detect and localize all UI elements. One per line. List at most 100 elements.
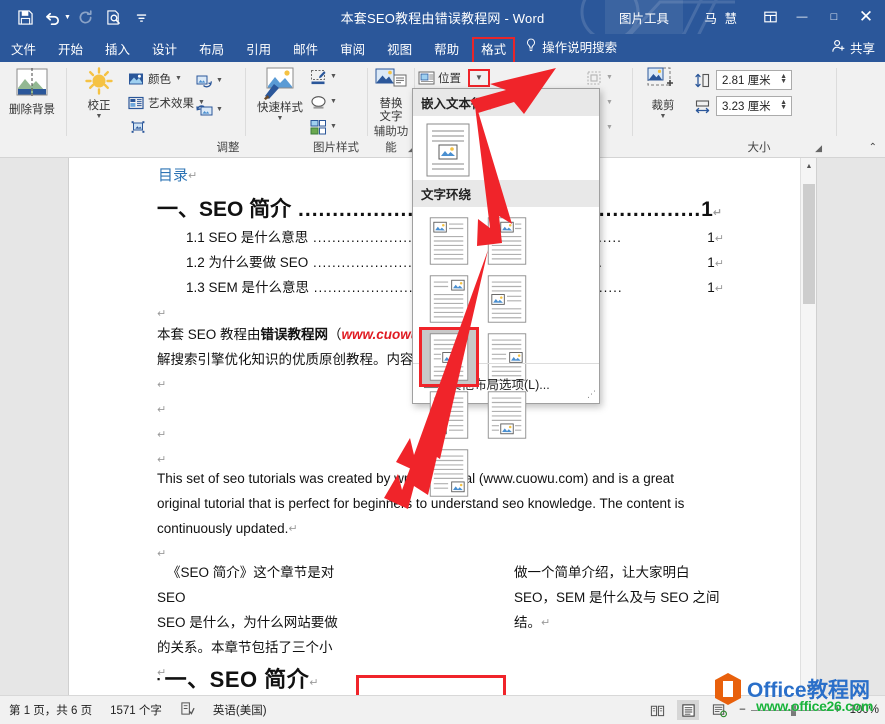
collapse-ribbon-button[interactable]: ⌃ [869,142,877,153]
shape-width-spinner[interactable]: ▲ ▼ [780,99,789,111]
align-objects-caret-icon[interactable]: ▼ [606,99,613,106]
scrollbar-thumb[interactable] [803,184,815,304]
resize-grip-icon[interactable]: ⋰ [587,389,596,400]
word-count[interactable]: 1571 个字 [101,702,171,718]
scroll-up-arrow-icon[interactable]: ▲ [801,158,817,174]
tab-layout[interactable]: 布局 [188,40,235,63]
tab-references[interactable]: 引用 [235,40,282,63]
customize-qat-icon[interactable] [129,4,155,30]
quick-styles-button[interactable]: 快速样式 ▼ [249,62,311,122]
account-user-name[interactable]: 马 慧 [705,8,739,27]
tab-format[interactable]: 格式 [470,36,518,64]
vertical-scrollbar[interactable]: ▲ ▼ [800,158,816,695]
wrap-preview-top-center-icon [487,217,527,265]
dropdown-section-inline: 嵌入文本行中 [413,89,599,116]
remove-background-icon [16,68,48,96]
ribbon-display-options-icon[interactable] [755,2,785,32]
lightbulb-icon [525,38,537,55]
toc-entry-1-page: 1 [707,230,715,245]
tell-me-search[interactable]: 操作说明搜索 [517,33,627,62]
close-button[interactable]: ✕ [851,2,881,32]
picture-border-button[interactable]: ▼ [310,66,362,87]
rotate-objects-caret-icon[interactable]: ▼ [606,124,613,131]
change-picture-button[interactable]: ▼ [196,70,244,91]
ribbon-crop: 裁剪 ▼ [636,62,690,158]
ribbon-tab-bar: 文件 开始 插入 设计 布局 引用 邮件 审阅 视图 帮助 格式 操作说明搜索 … [0,33,885,64]
undo-dropdown-caret[interactable]: ▼ [64,14,71,21]
group-label-size: 大小 [747,142,771,154]
undo-icon[interactable] [40,4,66,30]
heading1-body[interactable]: ▪ 一、SEO 简介↵ [157,662,318,694]
quick-access-toolbar: ▼ [0,4,155,30]
change-picture-caret-icon[interactable]: ▼ [216,77,223,84]
crop-button[interactable]: 裁剪 ▼ [636,62,690,120]
color-caret-icon[interactable]: ▼ [175,75,182,82]
p1-part-a: 本套 SEO 教程由 [157,327,261,342]
toc-entry-2-page: 1 [707,255,715,270]
alt-text-button[interactable]: 替换 文字 [370,62,412,124]
color-label: 颜色 [148,73,171,86]
tab-mailings[interactable]: 邮件 [282,40,329,63]
shape-width-input[interactable]: 3.23 厘米 ▲ ▼ [716,96,792,116]
corrections-button[interactable]: 校正 ▼ [70,62,128,120]
ribbon-change-reset: ▼ ▼ 调整 [196,62,244,158]
ribbon-divider-6 [836,68,837,136]
redo-icon[interactable] [73,4,99,30]
tab-home[interactable]: 开始 [47,40,94,63]
tab-help[interactable]: 帮助 [423,40,470,63]
read-mode-view-button[interactable] [646,700,668,720]
reset-picture-icon [196,102,213,118]
print-layout-view-button[interactable] [677,700,700,720]
selection-pane-button[interactable]: ▼ [586,67,613,88]
ribbon-divider-1 [66,68,67,136]
p-wrap-right-line2: SEO，SEM 是什么及与 SEO 之间 [514,590,720,605]
wrap-preview-inline-icon [426,123,470,177]
page-indicator[interactable]: 第 1 页，共 6 页 [0,702,101,718]
minimize-button[interactable]: — [787,2,817,32]
wrap-option-9[interactable] [421,445,477,501]
save-icon[interactable] [12,4,38,30]
selected-picture[interactable]: cu wu [356,675,506,695]
wrap-option-4[interactable] [479,271,535,327]
paragraph-wrap-right[interactable]: 做一个简单介绍，让大家明白 SEO，SEM 是什么及与 SEO 之间 结。↵ [514,560,729,636]
toc-heading: 目录↵ [158,167,198,184]
reset-picture-button[interactable]: ▼ [196,99,244,120]
empty-paragraph-2: ↵ [157,379,167,391]
wrap-option-3[interactable] [421,271,477,327]
picture-border-caret-icon[interactable]: ▼ [330,73,337,80]
corrections-caret-icon[interactable]: ▼ [96,113,103,120]
print-preview-icon[interactable] [101,4,127,30]
share-button[interactable]: 共享 [831,38,875,57]
empty-paragraph-4: ↵ [157,429,167,441]
picture-effects-button[interactable]: ▼ [310,91,362,112]
wrap-option-5-selected[interactable] [419,327,479,387]
shape-height-input[interactable]: 2.81 厘米 ▲ ▼ [716,70,792,90]
wrap-option-1[interactable] [421,213,477,269]
tab-design[interactable]: 设计 [141,40,188,63]
shape-height-spinner[interactable]: ▲ ▼ [780,73,789,85]
toc-h1-text: 一、SEO 简介 [157,198,292,221]
tab-review[interactable]: 审阅 [329,40,376,63]
quick-styles-caret-icon[interactable]: ▼ [277,115,284,122]
position-dropdown-menu[interactable]: 嵌入文本行中 文字环绕 其他布局选项(L)... ⋰ [412,88,600,497]
picture-layout-caret-icon[interactable]: ▼ [330,123,337,130]
wrap-option-2[interactable] [479,213,535,269]
inline-options-grid [413,116,599,180]
maximize-button[interactable]: □ [819,2,849,32]
position-caret-icon[interactable]: ▼ [468,68,490,87]
spellcheck-icon[interactable] [171,701,204,719]
language-indicator[interactable]: 英语(美国) [204,702,276,718]
picture-layout-button[interactable]: ▼ [310,116,362,137]
remove-background-button[interactable]: 删除背景 [0,62,64,117]
picture-effects-caret-icon[interactable]: ▼ [330,98,337,105]
size-dialog-launcher[interactable]: ◢ [815,143,822,154]
reset-picture-caret-icon[interactable]: ▼ [216,106,223,113]
crop-caret-icon[interactable]: ▼ [660,113,667,120]
tab-insert[interactable]: 插入 [94,40,141,63]
color-picture-icon [128,71,144,87]
tab-file[interactable]: 文件 [0,40,47,63]
inline-option-1[interactable] [421,122,591,178]
p-wrap-left-line2: SEO 是什么，为什么网站要做 [157,615,338,630]
tab-view[interactable]: 视图 [376,40,423,63]
selection-pane-caret-icon[interactable]: ▼ [606,74,613,81]
